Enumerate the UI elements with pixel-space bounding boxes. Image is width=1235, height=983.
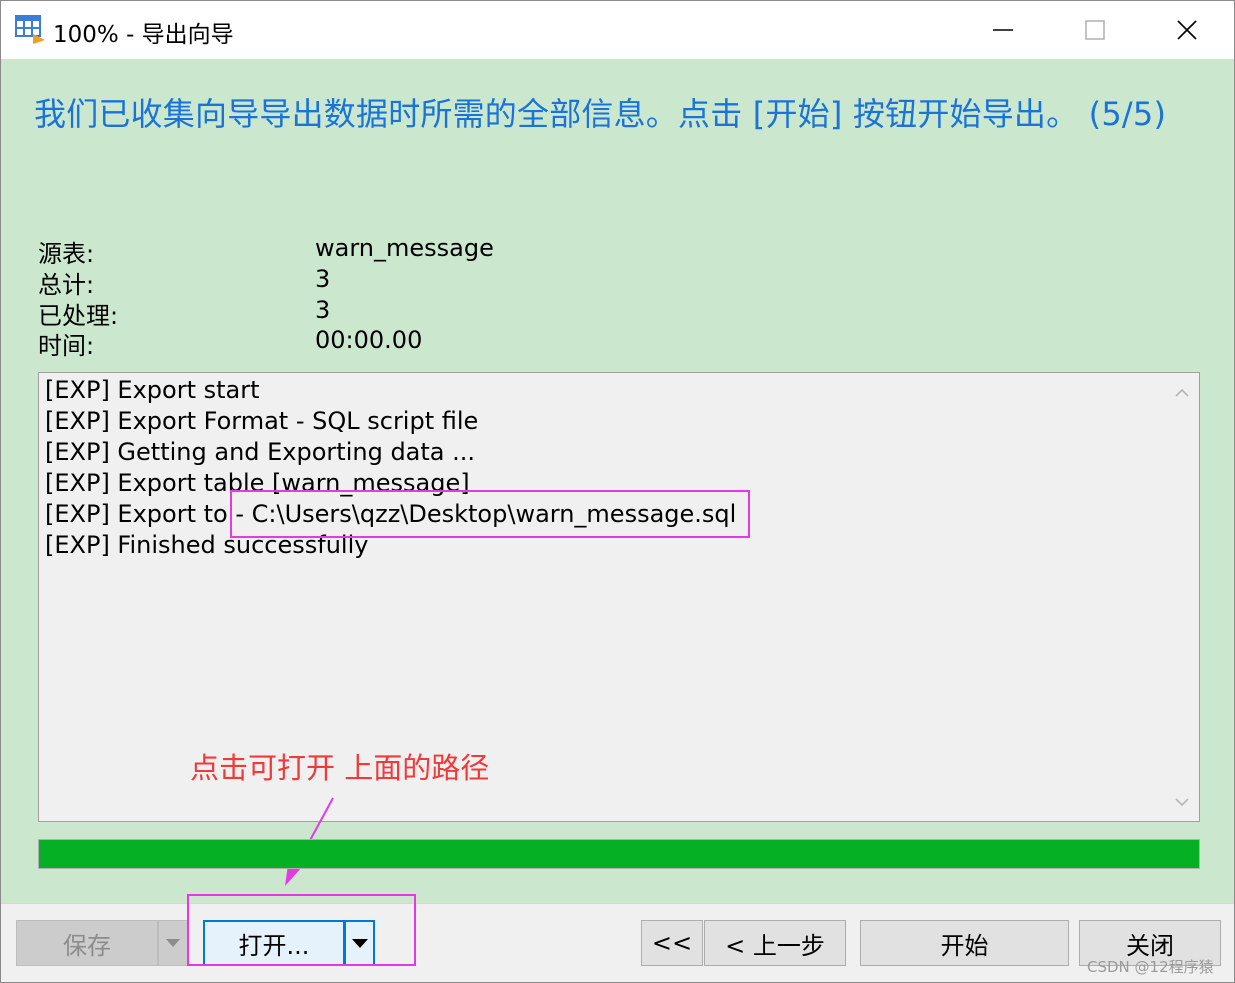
log-line: [EXP] Getting and Exporting data ... bbox=[45, 438, 476, 466]
save-button[interactable]: 保存 bbox=[16, 920, 158, 966]
log-line: [EXP] Export start bbox=[45, 376, 260, 404]
title-bar: 100% - 导出向导 bbox=[1, 1, 1234, 59]
minimize-icon bbox=[993, 29, 1013, 31]
window-title: 100% - 导出向导 bbox=[53, 22, 234, 48]
start-button[interactable]: 开始 bbox=[860, 920, 1069, 966]
scroll-up-icon[interactable] bbox=[1175, 383, 1189, 402]
table-export-icon bbox=[15, 14, 47, 46]
path-highlight-box bbox=[230, 490, 750, 538]
scroll-down-icon[interactable] bbox=[1175, 792, 1189, 811]
maximize-icon bbox=[1085, 20, 1105, 40]
first-step-button[interactable]: << bbox=[641, 920, 703, 966]
minimize-button[interactable] bbox=[957, 1, 1049, 59]
chevron-down-icon bbox=[166, 939, 180, 947]
progress-fill bbox=[39, 840, 1199, 868]
time-value: 00:00.00 bbox=[315, 326, 423, 354]
processed-value: 3 bbox=[315, 296, 331, 324]
total-label: 总计: bbox=[38, 271, 95, 299]
back-button[interactable]: < 上一步 bbox=[704, 920, 846, 966]
save-dropdown-button[interactable] bbox=[158, 920, 188, 966]
watermark: CSDN @12程序猿 bbox=[1087, 958, 1214, 976]
wizard-footer: 保存 打开... << < 上一步 开始 关闭 bbox=[1, 903, 1234, 982]
close-window-button[interactable] bbox=[1141, 1, 1233, 59]
time-label: 时间: bbox=[38, 332, 95, 360]
open-highlight-box bbox=[187, 894, 416, 966]
close-icon bbox=[1177, 20, 1197, 40]
export-progress-bar bbox=[38, 839, 1200, 869]
source-table-value: warn_message bbox=[315, 234, 494, 262]
export-wizard-window: 100% - 导出向导 我们已收集向导导出数据时所需的全部信息。点击 [开始] … bbox=[0, 0, 1235, 983]
log-line: [EXP] Export Format - SQL script file bbox=[45, 407, 479, 435]
wizard-headline: 我们已收集向导导出数据时所需的全部信息。点击 [开始] 按钮开始导出。 (5/5… bbox=[34, 95, 1167, 133]
total-value: 3 bbox=[315, 265, 331, 293]
maximize-button[interactable] bbox=[1049, 1, 1141, 59]
annotation-text: 点击可打开 上面的路径 bbox=[190, 751, 490, 785]
source-table-label: 源表: bbox=[38, 240, 95, 268]
